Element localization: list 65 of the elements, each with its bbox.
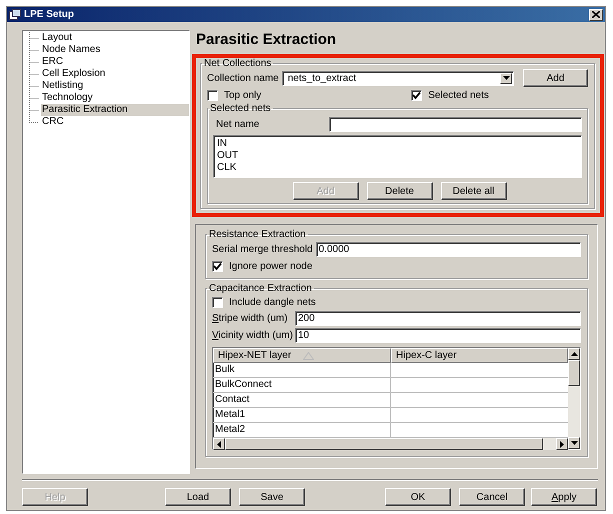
window-title: LPE Setup — [24, 9, 74, 20]
group-title: Selected nets — [209, 103, 272, 114]
net-list-item[interactable]: OUT — [217, 150, 578, 162]
group-title: Net Collections — [203, 58, 272, 69]
dialog-button[interactable]: Save — [239, 488, 305, 506]
field-label: Vicinity width (um) — [212, 330, 292, 341]
table-cell: BulkConnect — [213, 378, 391, 392]
net-list-item[interactable]: CLK — [217, 162, 578, 174]
checkbox[interactable]: Include dangle nets — [212, 296, 316, 308]
list-button[interactable]: Delete all — [440, 182, 506, 200]
net-list-item[interactable]: IN — [217, 138, 578, 150]
tree-connector-icon — [27, 44, 41, 56]
window-icon — [9, 9, 21, 20]
tree-connector-icon — [27, 92, 41, 104]
vertical-scrollbar[interactable] — [568, 348, 580, 449]
field-label: Serial merge threshold — [212, 244, 313, 254]
add-button[interactable]: Add — [523, 69, 588, 87]
checkbox[interactable]: Top only — [207, 90, 262, 100]
table-cell: Contact — [213, 393, 391, 407]
tree-connector-icon — [27, 104, 41, 116]
tree-connector-icon — [27, 68, 41, 80]
scroll-down-icon — [570, 441, 578, 445]
dialog-button[interactable]: Apply — [531, 488, 597, 506]
horizontal-scrollbar[interactable] — [213, 438, 568, 450]
checkbox[interactable]: Selected nets — [411, 90, 489, 100]
tree-item[interactable]: Node Names — [41, 44, 189, 56]
field-label: Collection name — [207, 72, 279, 84]
close-icon — [592, 11, 600, 18]
dialog-button[interactable]: OK — [385, 488, 451, 506]
checkbox[interactable]: Ignore power node — [212, 260, 312, 272]
collection-dropdown[interactable]: nets_to_extract — [282, 70, 514, 86]
table-cell: Metal2 — [213, 423, 391, 437]
tree-item[interactable]: Cell Explosion — [41, 68, 189, 80]
check-icon — [412, 90, 422, 100]
tree-item[interactable]: Layout — [41, 32, 189, 44]
scroll-left-icon — [217, 440, 221, 448]
dialog-button[interactable]: Cancel — [459, 488, 525, 506]
field-label: Stripe width (um) — [212, 313, 289, 324]
scroll-up-icon — [570, 352, 578, 356]
tree-item[interactable]: Netlisting — [41, 80, 189, 92]
column-header[interactable]: Hipex-NET layer — [213, 348, 391, 363]
tree-item[interactable]: ERC — [41, 56, 189, 68]
vicinity-width-field[interactable]: 10 — [295, 328, 581, 343]
check-icon — [213, 262, 222, 270]
tree-item[interactable]: CRC — [41, 116, 189, 128]
net-name-field[interactable] — [329, 116, 582, 132]
table-cell: Bulk — [213, 363, 391, 377]
list-button[interactable]: Delete — [366, 182, 432, 200]
group-title: Capacitance Extraction — [208, 283, 313, 294]
group-title: Resistance Extraction — [208, 229, 307, 240]
sort-icon — [303, 352, 314, 360]
scroll-right-icon — [560, 440, 564, 448]
tree-connector-icon — [27, 56, 41, 68]
stripe-width-field[interactable]: 200 — [295, 311, 581, 326]
tree-connector-icon — [27, 80, 41, 92]
dropdown-arrow-icon — [502, 76, 510, 80]
page-heading: Parasitic Extraction — [195, 30, 338, 50]
table-cell: Metal1 — [213, 408, 391, 422]
close-button[interactable] — [589, 8, 603, 20]
column-header[interactable]: Hipex-C layer — [391, 348, 568, 363]
field-label: Net name — [215, 118, 260, 130]
tree-item[interactable]: Technology — [41, 92, 189, 104]
threshold-field[interactable]: 0.0000 — [316, 242, 581, 256]
tree-item[interactable]: Parasitic Extraction — [41, 104, 189, 116]
dialog-button[interactable]: Load — [165, 488, 231, 506]
